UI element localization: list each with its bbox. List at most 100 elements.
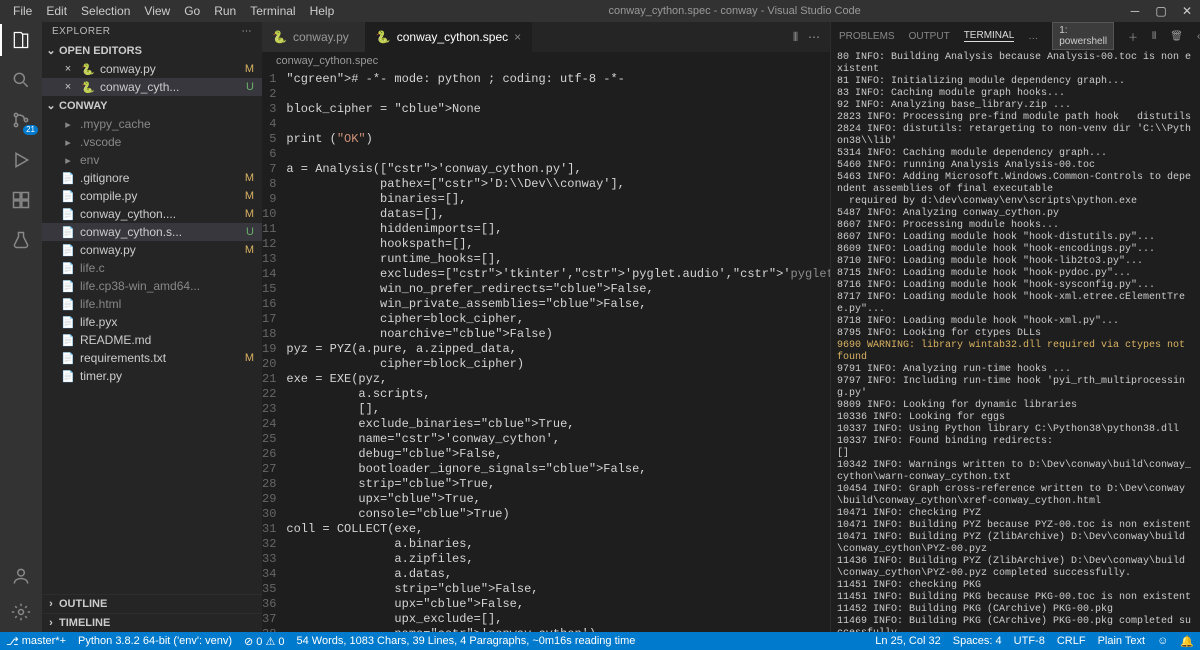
file-icon: 📄 xyxy=(60,352,76,365)
tree-item[interactable]: ▸.mypy_cache xyxy=(42,115,262,133)
explorer-sidebar: EXPLORER⋯ ⌄OPEN EDITORS ×🐍conway.pyM×🐍co… xyxy=(42,22,262,632)
test-icon[interactable] xyxy=(9,228,33,252)
tab-bar: 🐍conway.py🐍conway_cython.spec× ⫴ ⋯ xyxy=(262,22,830,52)
close-tab-icon[interactable]: × xyxy=(514,30,521,44)
file-icon: 📄 xyxy=(60,334,76,347)
search-icon[interactable] xyxy=(9,68,33,92)
terminal-panel: PROBLEMS OUTPUT TERMINAL … 1: powershell… xyxy=(830,22,1200,632)
outline-section[interactable]: ›OUTLINE xyxy=(42,594,262,613)
file-icon: 📄 xyxy=(60,280,76,293)
source-control-icon[interactable]: 21 xyxy=(9,108,33,132)
tree-item[interactable]: 📄conway_cython.s...U xyxy=(42,223,262,241)
status-eol[interactable]: CRLF xyxy=(1057,635,1086,648)
tree-item[interactable]: 📄conway.pyM xyxy=(42,241,262,259)
settings-gear-icon[interactable] xyxy=(9,600,33,624)
open-editor-item[interactable]: ×🐍conway_cyth...U xyxy=(42,78,262,96)
editor-tab[interactable]: 🐍conway.py xyxy=(262,22,366,52)
run-debug-icon[interactable] xyxy=(9,148,33,172)
more-icon[interactable]: ⋯ xyxy=(242,26,253,37)
tree-item[interactable]: 📄compile.pyM xyxy=(42,187,262,205)
file-icon: 📄 xyxy=(60,298,76,311)
file-icon: 📄 xyxy=(60,244,76,257)
file-icon: 📄 xyxy=(60,370,76,383)
folder-icon: ▸ xyxy=(60,136,76,149)
window-title: conway_cython.spec - conway - Visual Stu… xyxy=(341,5,1128,17)
file-icon: 🐍 xyxy=(80,81,96,94)
explorer-title: EXPLORER xyxy=(52,26,110,37)
file-icon: 📄 xyxy=(60,172,76,185)
file-icon: 📄 xyxy=(60,208,76,221)
panel-tab-more[interactable]: … xyxy=(1028,31,1038,42)
tree-item[interactable]: 📄requirements.txtM xyxy=(42,349,262,367)
file-icon: 🐍 xyxy=(272,30,287,44)
tree-item[interactable]: 📄life.cp38-win_amd64... xyxy=(42,277,262,295)
code-editor[interactable]: 1234567891011121314151617181920212223242… xyxy=(262,70,830,632)
extensions-icon[interactable] xyxy=(9,188,33,212)
menu-terminal[interactable]: Terminal xyxy=(243,4,302,18)
file-icon: 📄 xyxy=(60,226,76,239)
file-icon: 📄 xyxy=(60,316,76,329)
accounts-icon[interactable] xyxy=(9,564,33,588)
tree-item[interactable]: 📄conway_cython....M xyxy=(42,205,262,223)
file-icon: 🐍 xyxy=(376,30,391,44)
panel-tab-problems[interactable]: PROBLEMS xyxy=(839,31,895,42)
status-spaces[interactable]: Spaces: 4 xyxy=(953,635,1002,648)
terminal-selector[interactable]: 1: powershell xyxy=(1052,22,1114,50)
tree-item[interactable]: 📄.gitignoreM xyxy=(42,169,262,187)
split-terminal-icon[interactable]: ⫴ xyxy=(1152,31,1156,42)
menu-bar: FileEditSelectionViewGoRunTerminalHelp c… xyxy=(0,0,1200,22)
menu-run[interactable]: Run xyxy=(207,4,243,18)
activity-bar: 21 xyxy=(0,22,42,632)
panel-tab-output[interactable]: OUTPUT xyxy=(909,31,950,42)
open-editors-section[interactable]: ⌄OPEN EDITORS xyxy=(42,41,262,60)
more-tab-icon[interactable]: ⋯ xyxy=(808,30,820,44)
folder-section[interactable]: ⌄CONWAY xyxy=(42,96,262,115)
kill-terminal-icon[interactable]: 🗑 xyxy=(1170,31,1183,42)
status-branch[interactable]: ⎇ master*+ xyxy=(6,635,66,648)
status-python[interactable]: Python 3.8.2 64-bit ('env': venv) xyxy=(78,635,232,647)
status-feedback-icon[interactable]: ☺ xyxy=(1157,635,1168,648)
breadcrumb[interactable]: conway_cython.spec xyxy=(262,52,830,70)
folder-icon: ▸ xyxy=(60,118,76,131)
file-icon: 📄 xyxy=(60,190,76,203)
tree-item[interactable]: 📄life.c xyxy=(42,259,262,277)
status-language[interactable]: Plain Text xyxy=(1098,635,1146,648)
tree-item[interactable]: 📄life.pyx xyxy=(42,313,262,331)
menu-edit[interactable]: Edit xyxy=(39,4,74,18)
panel-tab-terminal[interactable]: TERMINAL xyxy=(964,30,1015,42)
file-icon: 📄 xyxy=(60,262,76,275)
split-editor-icon[interactable]: ⫴ xyxy=(793,30,798,45)
status-bar: ⎇ master*+ Python 3.8.2 64-bit ('env': v… xyxy=(0,632,1200,650)
status-position[interactable]: Ln 25, Col 32 xyxy=(875,635,940,648)
scm-badge: 21 xyxy=(23,125,38,135)
maximize-icon[interactable]: ▢ xyxy=(1154,4,1168,18)
menu-selection[interactable]: Selection xyxy=(74,4,137,18)
minimize-icon[interactable]: ─ xyxy=(1128,4,1142,18)
editor-area: 🐍conway.py🐍conway_cython.spec× ⫴ ⋯ conwa… xyxy=(262,22,830,632)
folder-icon: ▸ xyxy=(60,154,76,167)
menu-file[interactable]: File xyxy=(6,4,39,18)
tree-item[interactable]: 📄timer.py xyxy=(42,367,262,385)
close-editor-icon[interactable]: × xyxy=(60,63,76,75)
menu-help[interactable]: Help xyxy=(303,4,342,18)
status-encoding[interactable]: UTF-8 xyxy=(1014,635,1045,648)
timeline-section[interactable]: ›TIMELINE xyxy=(42,613,262,632)
status-bell-icon[interactable]: 🔔 xyxy=(1180,635,1194,648)
file-icon: 🐍 xyxy=(80,63,96,76)
tree-item[interactable]: ▸.vscode xyxy=(42,133,262,151)
terminal-output[interactable]: 80 INFO: Building Analysis because Analy… xyxy=(831,50,1200,632)
explorer-icon[interactable] xyxy=(9,28,33,52)
tree-item[interactable]: ▸env xyxy=(42,151,262,169)
menu-go[interactable]: Go xyxy=(177,4,207,18)
editor-tab[interactable]: 🐍conway_cython.spec× xyxy=(366,22,532,52)
open-editor-item[interactable]: ×🐍conway.pyM xyxy=(42,60,262,78)
tree-item[interactable]: 📄life.html xyxy=(42,295,262,313)
status-stats: 54 Words, 1083 Chars, 39 Lines, 4 Paragr… xyxy=(297,635,636,647)
close-icon[interactable]: ✕ xyxy=(1180,4,1194,18)
minimap[interactable] xyxy=(790,70,830,632)
new-terminal-icon[interactable]: ＋ xyxy=(1128,29,1138,44)
tree-item[interactable]: 📄README.md xyxy=(42,331,262,349)
status-problems[interactable]: ⊘ 0 ⚠ 0 xyxy=(244,635,284,648)
menu-view[interactable]: View xyxy=(137,4,177,18)
close-editor-icon[interactable]: × xyxy=(60,81,76,93)
